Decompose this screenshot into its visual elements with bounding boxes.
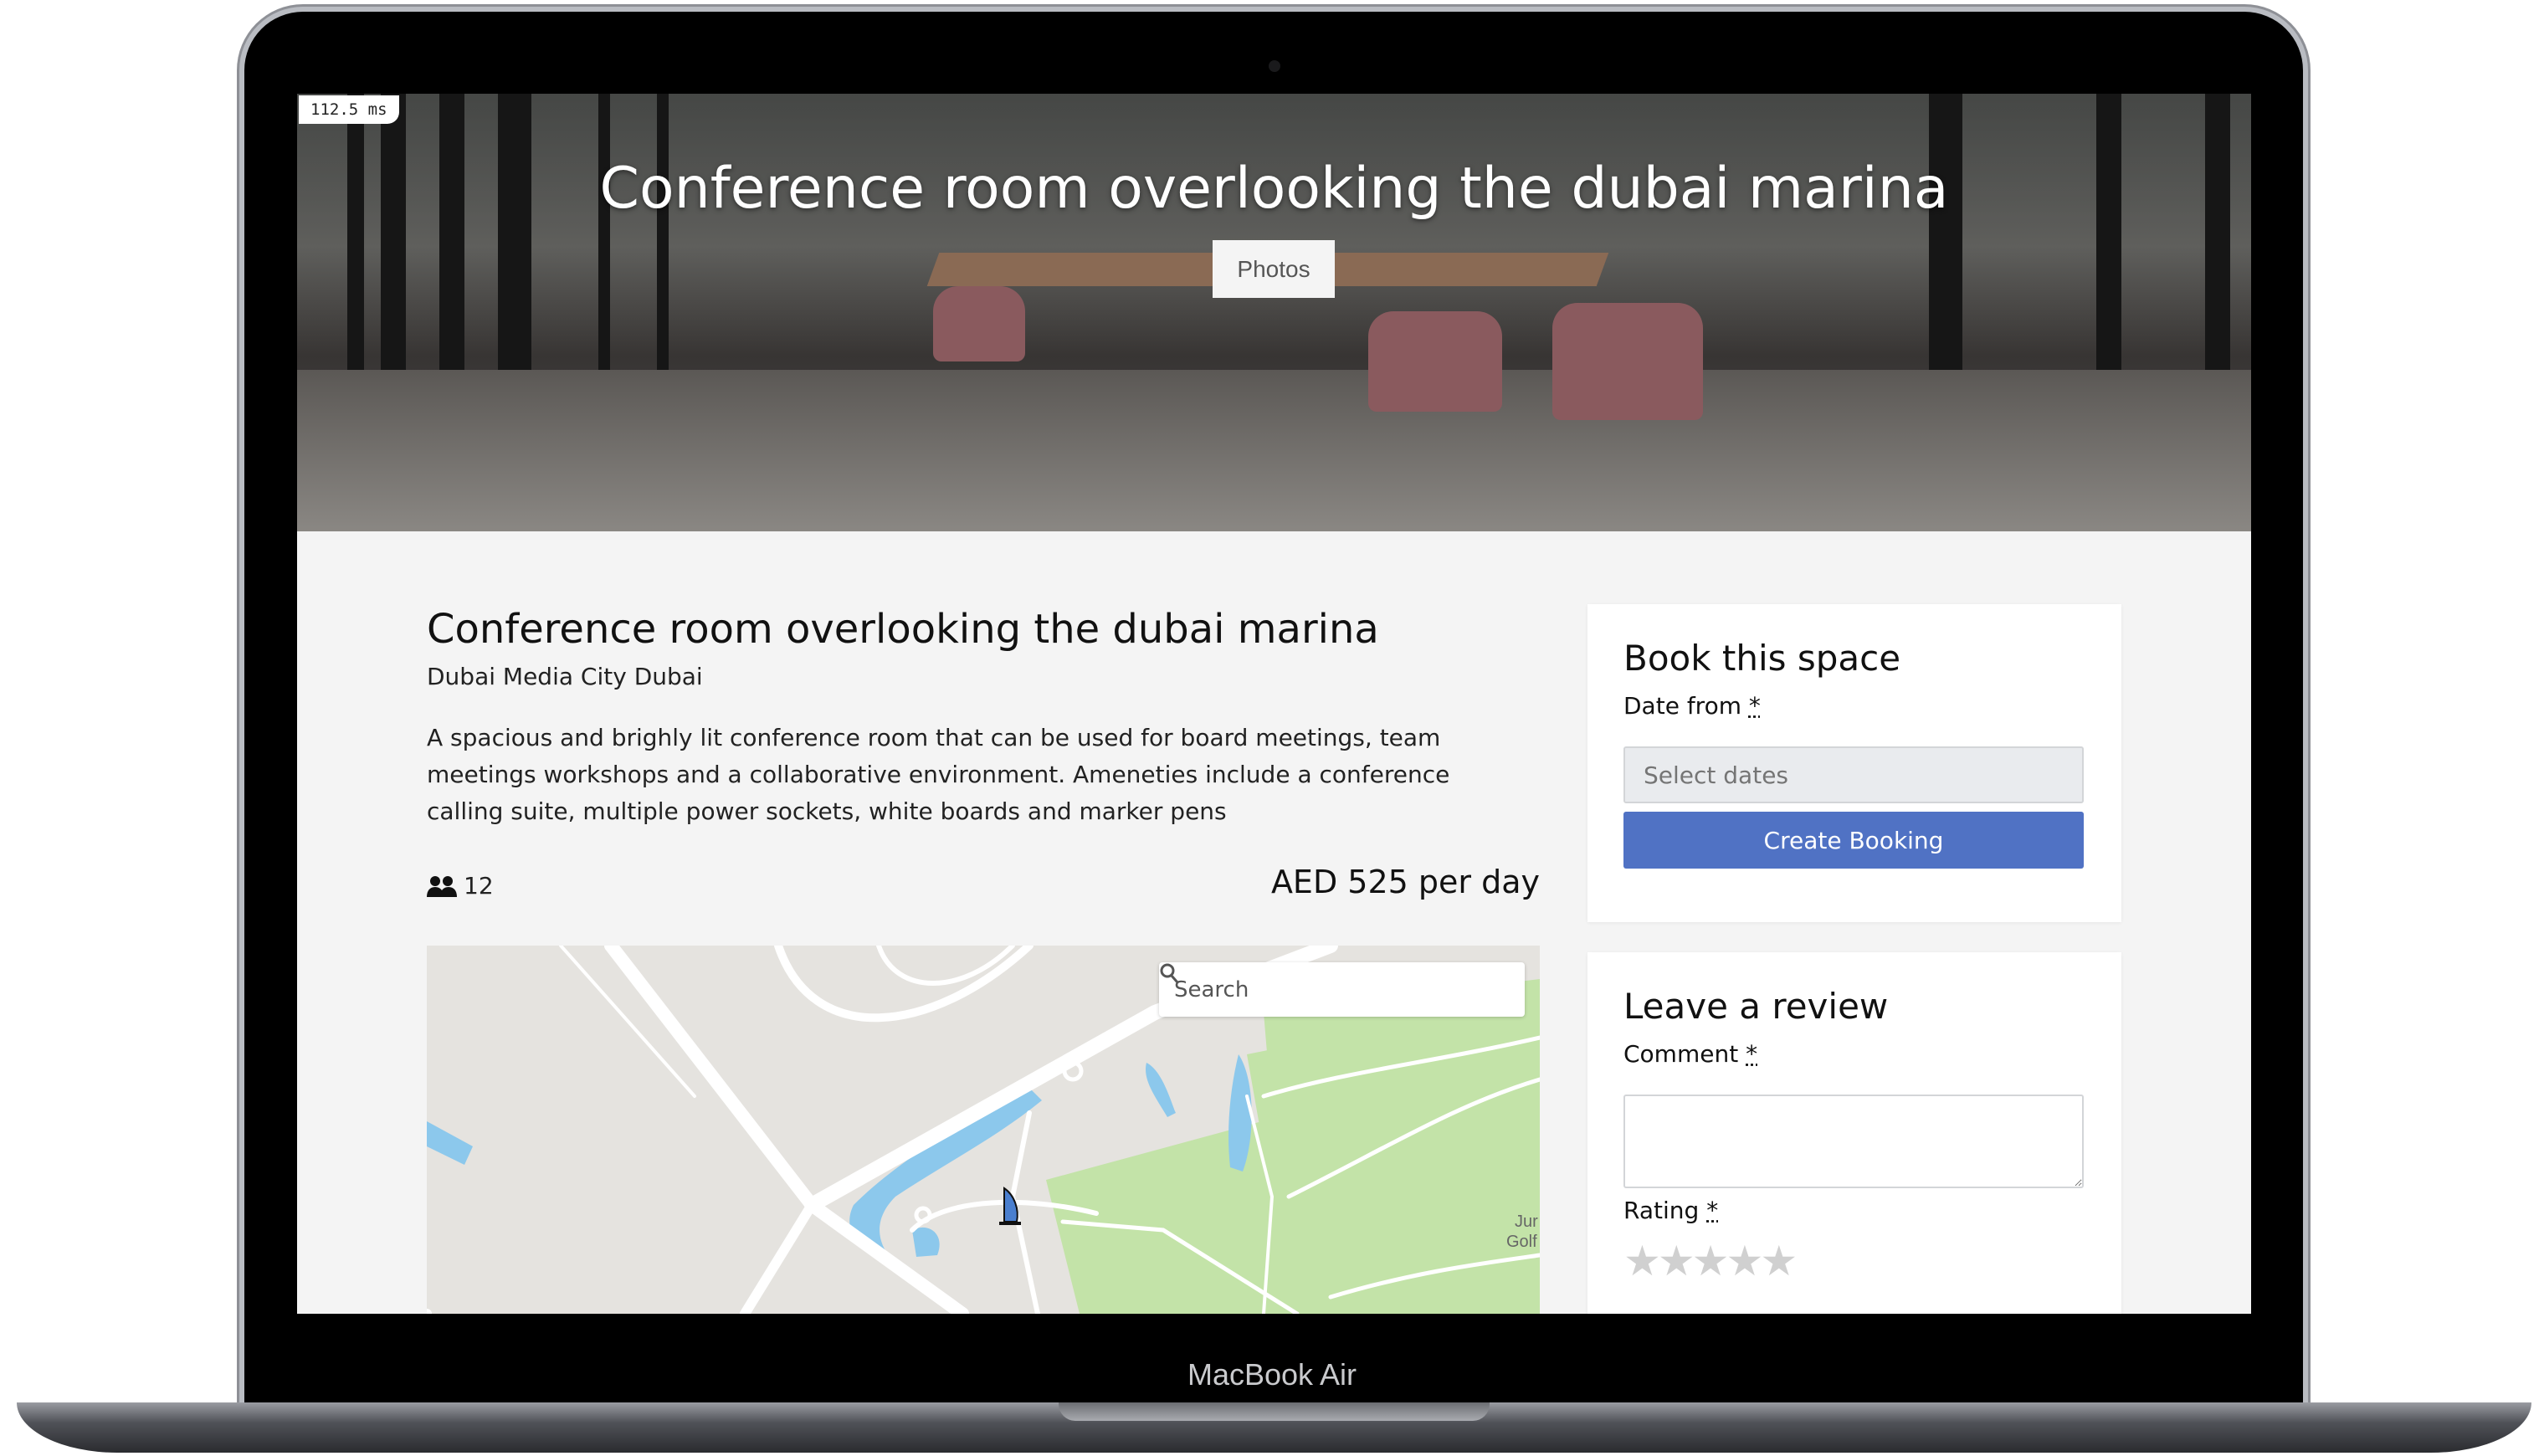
comment-textarea[interactable] [1623,1095,2084,1188]
star-icon[interactable]: ★ [1760,1237,1798,1285]
booking-heading: Book this space [1623,638,1901,679]
map-place-label: Golf [1506,1233,1537,1251]
search-icon [1160,963,1179,983]
review-card: Leave a review Comment * Rating * ★ ★ ★ ★ ★ [1587,952,2121,1314]
hero-chair [1552,303,1703,420]
hero-banner: Conference room overlooking the dubai ma… [297,94,2251,531]
date-from-input[interactable] [1623,746,2084,803]
users-icon [427,875,457,897]
hero-floor [297,370,2251,531]
map-search-placeholder: Search [1174,977,1249,1002]
browser-viewport: Conference room overlooking the dubai ma… [297,94,2251,1314]
star-icon[interactable]: ★ [1623,1237,1661,1285]
map-water [1146,1063,1176,1117]
listing-location: Dubai Media City Dubai [427,663,703,690]
camera-icon [1269,60,1280,72]
required-mark: * [1706,1197,1719,1224]
listing-price: AED 525 per day [1270,864,1540,900]
landmark-icon [999,1187,1021,1225]
map-search-box[interactable]: Search [1159,962,1525,1017]
booking-card: Book this space Date from * Create Booki… [1587,604,2121,922]
hero-title: Conference room overlooking the dubai ma… [599,156,1949,222]
map-road [604,946,969,1314]
listing-title: Conference room overlooking the dubai ma… [427,606,1379,653]
listing-description: A spacious and brighly lit conference ro… [427,724,1450,825]
capacity-value: 12 [464,872,494,900]
required-mark: * [1746,1040,1758,1068]
comment-label: Comment * [1623,1040,1757,1068]
label-text: Date from [1623,692,1741,720]
map-place-label: Jur [1515,1212,1538,1231]
capacity: 12 [427,872,494,900]
label-text: Comment [1623,1040,1739,1068]
device-label: MacBook Air [1187,1357,1357,1392]
laptop-notch [1059,1402,1490,1421]
star-icon[interactable]: ★ [1658,1237,1695,1285]
map-water [427,1121,473,1165]
hero-chair [1368,311,1502,412]
create-booking-button[interactable]: Create Booking [1623,812,2084,869]
location-map[interactable]: Jur Golf Search [427,946,1540,1314]
rating-stars[interactable]: ★ ★ ★ ★ ★ [1623,1237,1798,1285]
map-water [912,1227,940,1257]
review-heading: Leave a review [1623,986,1889,1027]
map-roundabout [914,1206,932,1224]
star-icon[interactable]: ★ [1726,1237,1763,1285]
photos-button[interactable]: Photos [1213,240,1335,298]
map-road [774,946,1034,1023]
map-road [427,1200,817,1314]
hero-chair [933,286,1025,361]
label-text: Rating [1623,1197,1700,1224]
star-icon[interactable]: ★ [1692,1237,1730,1285]
required-mark: * [1748,692,1761,720]
rating-label: Rating * [1623,1197,1718,1224]
date-from-label: Date from * [1623,692,1761,720]
render-timer: 112.5 ms [299,95,399,124]
